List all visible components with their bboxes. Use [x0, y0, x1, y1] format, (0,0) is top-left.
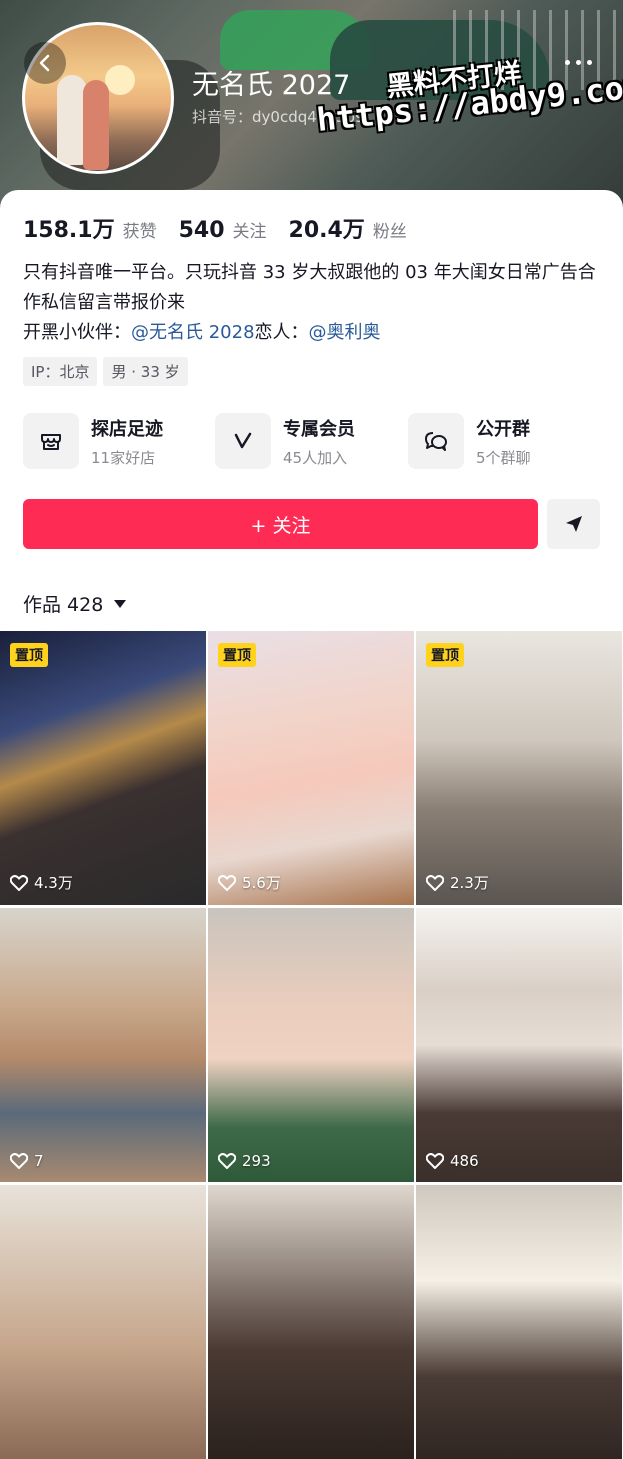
likes-label: 获赞 — [122, 222, 157, 242]
video-thumbnail[interactable]: 置顶 5.6万 — [208, 631, 414, 905]
heart-icon — [426, 1153, 444, 1169]
likes-count[interactable]: 158.1万 — [23, 212, 115, 244]
send-icon — [565, 516, 582, 532]
video-likes-count: 293 — [242, 1152, 271, 1170]
service-shop-title: 探店足迹 — [91, 418, 163, 440]
video-thumbnail[interactable]: 293 — [208, 908, 414, 1182]
service-group[interactable]: 公开群 5个群聊 — [408, 413, 531, 469]
video-thumbnail[interactable]: 置顶 2.3万 — [416, 631, 622, 905]
ip-location-tag: IP：北京 — [23, 357, 98, 386]
video-thumbnail[interactable]: 置顶 4.3万 — [0, 631, 206, 905]
video-thumbnail[interactable]: 486 — [416, 908, 622, 1182]
pinned-badge: 置顶 — [426, 643, 464, 667]
followers-count[interactable]: 20.4万 — [289, 212, 365, 244]
shop-icon — [23, 413, 79, 469]
heart-icon — [218, 874, 236, 891]
profile-content: 158.1万 获赞 540 关注 20.4万 粉丝 只有抖音唯一平台。只玩抖音 … — [0, 190, 623, 1459]
video-likes: 5.6万 — [218, 872, 281, 893]
vip-icon — [215, 413, 271, 469]
video-thumbnail[interactable] — [0, 1185, 206, 1459]
partner-link[interactable]: @无名氏 2028 — [131, 322, 255, 343]
service-vip-title: 专属会员 — [283, 418, 355, 440]
service-shop[interactable]: 探店足迹 11家好店 — [23, 413, 163, 469]
works-tab[interactable]: 作品 428 — [23, 590, 127, 617]
video-likes-count: 5.6万 — [242, 874, 281, 892]
pinned-badge: 置顶 — [218, 643, 256, 667]
heart-icon — [218, 1153, 236, 1169]
video-likes-count: 7 — [34, 1152, 44, 1170]
chat-group-icon — [408, 413, 464, 469]
lover-link[interactable]: @奥利奥 — [309, 322, 381, 343]
service-group-title: 公开群 — [476, 418, 530, 440]
relations-line: 开黑小伙伴：@无名氏 2028恋人：@奥利奥 — [23, 318, 381, 344]
video-likes: 4.3万 — [10, 872, 73, 893]
following-label: 关注 — [232, 222, 267, 242]
heart-icon — [10, 874, 28, 891]
profile-name: 无名氏 2027 — [192, 70, 351, 101]
video-likes: 2.3万 — [426, 872, 489, 893]
partner-label: 开黑小伙伴： — [23, 322, 131, 343]
chevron-left-icon — [39, 54, 50, 72]
video-thumbnail[interactable] — [416, 1185, 622, 1459]
lover-label: 恋人： — [254, 322, 309, 343]
video-thumbnail[interactable]: 7 — [0, 908, 206, 1182]
following-count[interactable]: 540 — [179, 218, 225, 243]
works-label: 作品 428 — [23, 594, 104, 616]
video-likes-count: 4.3万 — [34, 874, 73, 892]
stats-row: 158.1万 获赞 540 关注 20.4万 粉丝 — [23, 212, 429, 244]
back-button[interactable] — [24, 42, 66, 84]
caret-down-icon — [114, 599, 127, 608]
service-shop-sub: 11家好店 — [91, 448, 156, 467]
pinned-badge: 置顶 — [10, 643, 48, 667]
video-likes: 7 — [10, 1152, 44, 1170]
heart-icon — [426, 874, 444, 891]
video-likes: 486 — [426, 1152, 479, 1170]
more-dot-icon — [564, 59, 570, 65]
service-vip[interactable]: 专属会员 45人加入 — [215, 413, 355, 469]
gender-age-tag: 男 · 33 岁 — [103, 357, 188, 386]
video-likes: 293 — [218, 1152, 271, 1170]
share-button[interactable] — [547, 499, 600, 549]
followers-label: 粉丝 — [372, 222, 407, 242]
heart-icon — [10, 1153, 28, 1169]
profile-bio: 只有抖音唯一平台。只玩抖音 33 岁大叔跟他的 03 年大闺女日常广告合作私信留… — [23, 262, 596, 313]
follow-button[interactable]: + 关注 — [23, 499, 538, 549]
video-likes-count: 486 — [450, 1152, 479, 1170]
profile-tags: IP：北京 男 · 33 岁 — [23, 357, 194, 386]
video-likes-count: 2.3万 — [450, 874, 489, 892]
services-row: 探店足迹 11家好店 专属会员 45人加入 公开群 5个群聊 — [23, 413, 603, 473]
service-group-sub: 5个群聊 — [476, 448, 531, 467]
service-vip-sub: 45人加入 — [283, 448, 348, 467]
video-thumbnail[interactable] — [208, 1185, 414, 1459]
